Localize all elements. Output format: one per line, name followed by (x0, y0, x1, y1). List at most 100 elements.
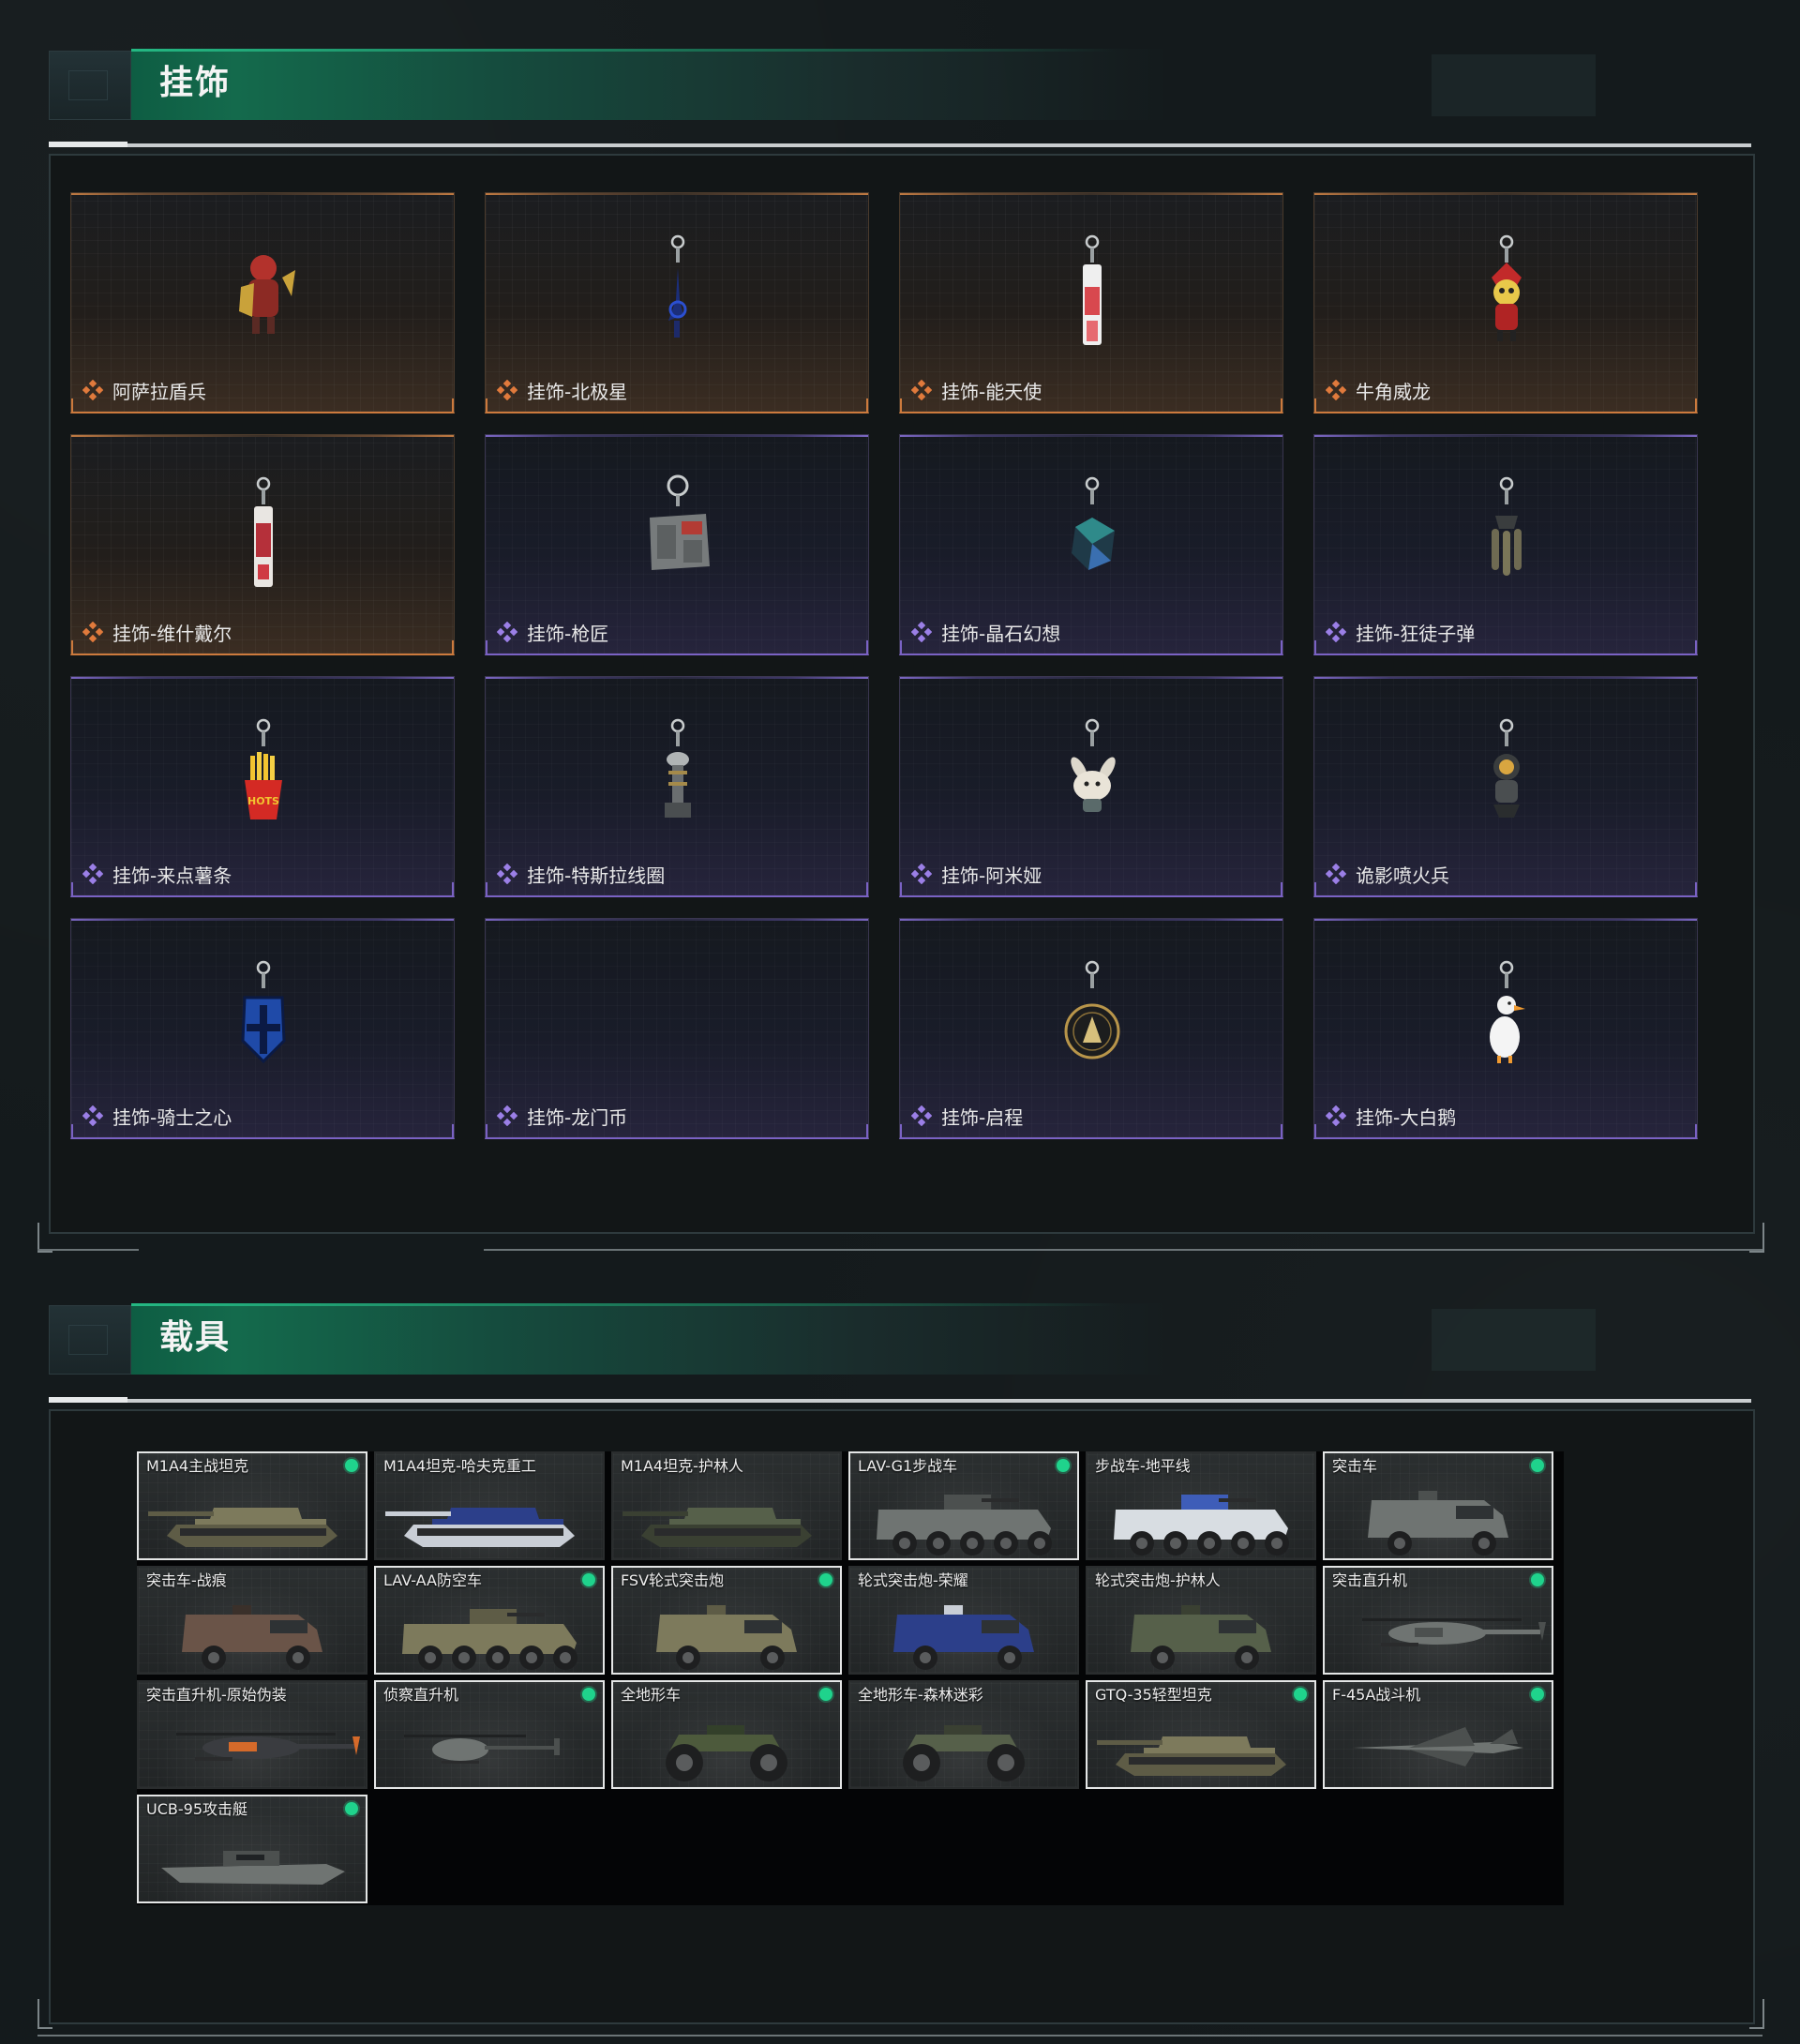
vehicle-card[interactable]: 步战车-地平线 (1086, 1451, 1316, 1560)
owned-indicator-icon (1294, 1688, 1307, 1701)
vehicle-card[interactable]: 突击车 (1323, 1451, 1553, 1560)
vehicle-card[interactable]: UCB-95攻击艇 (137, 1795, 368, 1903)
wisadel-tag-keychain-icon (254, 476, 273, 587)
panel-corner (38, 1999, 52, 2029)
tank-vehicle-icon (385, 1508, 575, 1547)
boat-vehicle-icon (161, 1851, 345, 1885)
charm-label: 挂饰-启程 (941, 1106, 1024, 1129)
vehicle-name: GTQ-35轻型坦克 (1095, 1686, 1212, 1704)
vehicle-name: FSV轮式突击炮 (621, 1571, 725, 1589)
vehicles-section-rule-accent (49, 1397, 128, 1403)
angel-tag-keychain-icon (1083, 234, 1102, 345)
heli-small-vehicle-icon (404, 1735, 560, 1764)
charm-label: 挂饰-阿米娅 (941, 864, 1042, 887)
vehicle-card[interactable]: 突击车-战痕 (137, 1566, 368, 1675)
charm-card[interactable]: 挂饰-狂徒子弹 (1313, 434, 1698, 655)
atv-vehicle-icon (903, 1725, 1025, 1781)
rarity-diamond-icon (1326, 380, 1346, 400)
owned-indicator-icon (819, 1688, 832, 1701)
vehicle-card[interactable]: GTQ-35轻型坦克 (1086, 1680, 1316, 1789)
vehicle-card[interactable]: M1A4坦克-护林人 (611, 1451, 842, 1560)
charm-card[interactable]: 诡影喷火兵 (1313, 676, 1698, 897)
vehicle-card[interactable]: 轮式突击炮-荣耀 (848, 1566, 1079, 1675)
charm-card[interactable]: 挂饰-晶石幻想 (899, 434, 1283, 655)
owned-indicator-icon (1531, 1573, 1544, 1586)
fries-keychain-icon: HOTS (245, 718, 282, 819)
heli-vehicle-icon (1362, 1618, 1546, 1646)
charm-card[interactable]: 牛角威龙 (1313, 192, 1698, 413)
vehicle-card[interactable]: FSV轮式突击炮 (611, 1566, 842, 1675)
knight-shield-keychain-icon (241, 960, 286, 1064)
rarity-diamond-icon (497, 1105, 518, 1126)
charm-card[interactable]: 挂饰-枪匠 (485, 434, 869, 655)
shield-soldier-figure-icon (239, 255, 295, 334)
truck-vehicle-icon (1131, 1605, 1271, 1670)
truck-vehicle-icon (893, 1605, 1034, 1670)
vehicle-card[interactable]: 突击直升机-原始伪装 (137, 1680, 368, 1789)
rarity-diamond-icon (911, 622, 932, 642)
header-band-highlight (131, 49, 1116, 52)
panel-baseline (38, 1249, 139, 1251)
charms-section-title: 挂饰 (159, 64, 232, 102)
vehicle-card[interactable]: 突击直升机 (1323, 1566, 1553, 1675)
vehicle-name: 突击直升机 (1332, 1571, 1408, 1589)
rarity-diamond-icon (911, 380, 932, 400)
charm-label: 挂饰-维什戴尔 (112, 623, 232, 645)
charm-label: 阿萨拉盾兵 (112, 381, 206, 403)
charm-card[interactable]: 挂饰-特斯拉线圈 (485, 676, 869, 897)
charm-card[interactable]: 阿萨拉盾兵 (70, 192, 455, 413)
vehicle-name: M1A4主战坦克 (146, 1457, 249, 1475)
vehicle-card[interactable]: 侦察直升机 (374, 1680, 605, 1789)
vehicle-name: LAV-AA防空车 (383, 1571, 482, 1589)
charm-card[interactable]: HOTS 挂饰-来点薯条 (70, 676, 455, 897)
charm-label: 诡影喷火兵 (1356, 864, 1449, 887)
vehicle-card[interactable]: 全地形车-森林迷彩 (848, 1680, 1079, 1789)
svg-text:HOTS: HOTS (248, 795, 279, 807)
tank-vehicle-icon (148, 1508, 338, 1547)
header-stub (49, 1305, 131, 1375)
charm-label: 挂饰-北极星 (527, 381, 628, 403)
apc-vehicle-icon (877, 1495, 1052, 1556)
vehicle-name: M1A4坦克-护林人 (621, 1457, 743, 1475)
rarity-diamond-icon (911, 1105, 932, 1126)
rarity-diamond-icon (82, 380, 103, 400)
vehicle-card[interactable]: LAV-AA防空车 (374, 1566, 605, 1675)
bunny-keychain-icon (1071, 718, 1116, 812)
charm-card[interactable]: 挂饰-维什戴尔 (70, 434, 455, 655)
charms-section-header: 挂饰 (49, 49, 1596, 120)
vehicle-card[interactable]: 轮式突击炮-护林人 (1086, 1566, 1316, 1675)
charm-card[interactable]: 挂饰-大白鹅 (1313, 918, 1698, 1139)
charm-card[interactable]: 挂饰-能天使 (899, 192, 1283, 413)
vehicle-card[interactable]: 全地形车 (611, 1680, 842, 1789)
vehicle-name: 突击车 (1332, 1457, 1378, 1475)
charm-card[interactable]: 挂饰-龙门币 (485, 918, 869, 1139)
charm-label: 挂饰-能天使 (941, 381, 1042, 403)
rarity-diamond-icon (911, 864, 932, 884)
charm-card[interactable]: 挂饰-北极星 (485, 192, 869, 413)
charm-label: 挂饰-晶石幻想 (941, 623, 1061, 645)
owned-indicator-icon (345, 1802, 358, 1815)
truck-vehicle-icon (1368, 1491, 1508, 1556)
owned-indicator-icon (582, 1688, 595, 1701)
charm-label: 挂饰-大白鹅 (1356, 1106, 1457, 1129)
vehicle-card[interactable]: M1A4坦克-哈夫克重工 (374, 1451, 605, 1560)
vehicle-card[interactable]: M1A4主战坦克 (137, 1451, 368, 1560)
header-band (131, 1303, 1174, 1375)
charm-card[interactable]: 挂饰-骑士之心 (70, 918, 455, 1139)
header-stub (49, 51, 131, 120)
charm-card[interactable]: 挂饰-启程 (899, 918, 1283, 1139)
vehicle-card[interactable]: F-45A战斗机 (1323, 1680, 1553, 1789)
bullets-keychain-icon (1492, 476, 1522, 576)
header-band (131, 49, 1174, 120)
charm-label: 挂饰-骑士之心 (112, 1106, 232, 1129)
vehicles-section-header: 载具 (49, 1303, 1596, 1375)
goose-keychain-icon (1490, 960, 1525, 1063)
apc-vehicle-icon (402, 1609, 578, 1670)
charm-label: 牛角威龙 (1356, 381, 1431, 403)
vehicle-name: M1A4坦克-哈夫克重工 (383, 1457, 536, 1475)
vehicle-name: LAV-G1步战车 (858, 1457, 958, 1475)
charm-card[interactable]: 挂饰-阿米娅 (899, 676, 1283, 897)
vehicle-card[interactable]: LAV-G1步战车 (848, 1451, 1079, 1560)
vehicle-name: 全地形车-森林迷彩 (858, 1686, 983, 1704)
vehicle-name: 轮式突击炮-荣耀 (858, 1571, 968, 1589)
